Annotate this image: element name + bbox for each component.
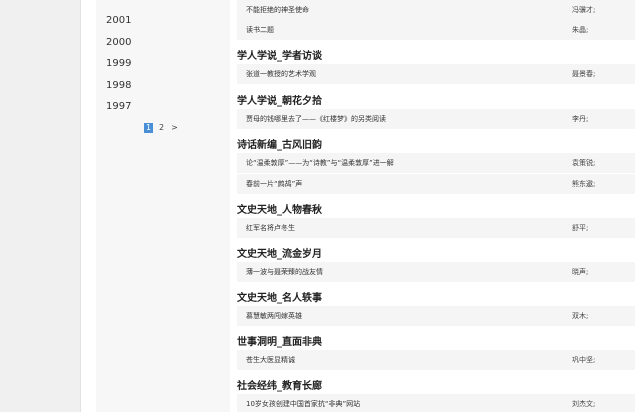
article-row[interactable]: 薄一波与聂荣臻的战友情 晓声; bbox=[237, 262, 635, 282]
article-title[interactable]: 10岁女孩创建中国首家抗“非典”网站 bbox=[246, 399, 360, 409]
article-title[interactable]: 苍生大医显精诚 bbox=[246, 355, 295, 365]
article-author: 晓声; bbox=[572, 268, 589, 276]
section-title: 文史天地_流金岁月 bbox=[237, 249, 322, 260]
article-author: 巩中坚; bbox=[572, 356, 596, 364]
pagination: 1 2 > bbox=[144, 123, 179, 133]
article-author: 朱晶; bbox=[572, 26, 589, 34]
article-author: 双木; bbox=[572, 312, 589, 320]
article-row[interactable]: 不能拒绝的神圣使命 冯骥才; bbox=[237, 0, 635, 20]
section-title: 学人学说_学者访谈 bbox=[237, 51, 322, 62]
article-title[interactable]: 薄一波与聂荣臻的战友情 bbox=[246, 267, 323, 277]
article-author: 袁策锐; bbox=[572, 159, 596, 167]
article-title[interactable]: 慕慧敏两闯嫁英雄 bbox=[246, 311, 302, 321]
next-page-button[interactable]: > bbox=[170, 123, 179, 133]
section-title: 文史天地_人物春秋 bbox=[237, 205, 322, 216]
article-author: 熊东遨; bbox=[572, 180, 596, 188]
article-row[interactable]: 10岁女孩创建中国首家抗“非典”网站 刘杰文; bbox=[237, 394, 635, 412]
article-list: 不能拒绝的神圣使命 冯骥才; 读书二题 朱晶; 学人学说_学者访谈 张道一教授的… bbox=[233, 0, 636, 412]
article-row[interactable]: 慕慧敏两闯嫁英雄 双木; bbox=[237, 306, 635, 326]
article-row[interactable]: 贾母的钱哪里去了——《红楼梦》的另类阅读 李丹; bbox=[237, 109, 635, 129]
year-link-2000[interactable]: 2000 bbox=[106, 37, 166, 48]
section-title: 学人学说_朝花夕拾 bbox=[237, 96, 322, 107]
article-author: 聂景春; bbox=[572, 70, 596, 78]
section-title: 社会经纬_教育长廊 bbox=[237, 381, 322, 392]
year-link-1999[interactable]: 1999 bbox=[106, 58, 166, 69]
year-link-2001[interactable]: 2001 bbox=[106, 15, 166, 26]
year-link-1998[interactable]: 1998 bbox=[106, 80, 166, 91]
article-author: 刘杰文; bbox=[572, 400, 596, 408]
year-sidebar: 2001 2000 1999 1998 1997 1 2 > bbox=[96, 0, 230, 412]
article-row[interactable]: 红军名将卢冬生 舒平; bbox=[237, 218, 635, 238]
section-title: 文史天地_名人轶事 bbox=[237, 293, 322, 304]
article-row[interactable]: 苍生大医显精诚 巩中坚; bbox=[237, 350, 635, 370]
section-title: 世事洞明_直面非典 bbox=[237, 337, 322, 348]
article-row[interactable]: 论“温柔敦厚”——为“诗教”与“温柔敦厚”进一解 袁策锐; bbox=[237, 153, 635, 173]
article-title[interactable]: 春前一片“鹧鸪”声 bbox=[246, 179, 302, 189]
article-row[interactable]: 春前一片“鹧鸪”声 熊东遨; bbox=[237, 174, 635, 194]
article-row[interactable]: 读书二题 朱晶; bbox=[237, 20, 635, 40]
article-author: 李丹; bbox=[572, 115, 589, 123]
article-author: 冯骥才; bbox=[572, 6, 596, 14]
section-title: 诗话新编_古风旧韵 bbox=[237, 140, 322, 151]
article-row[interactable]: 张道一教授的艺术学观 聂景春; bbox=[237, 64, 635, 84]
article-title[interactable]: 张道一教授的艺术学观 bbox=[246, 69, 316, 79]
article-title[interactable]: 贾母的钱哪里去了——《红楼梦》的另类阅读 bbox=[246, 114, 386, 124]
article-title[interactable]: 读书二题 bbox=[246, 25, 274, 35]
page-2-button[interactable]: 2 bbox=[157, 123, 166, 133]
page-1-button[interactable]: 1 bbox=[144, 123, 153, 133]
article-title[interactable]: 不能拒绝的神圣使命 bbox=[246, 5, 309, 15]
article-title[interactable]: 红军名将卢冬生 bbox=[246, 223, 295, 233]
article-author: 舒平; bbox=[572, 224, 589, 232]
year-link-1997[interactable]: 1997 bbox=[106, 101, 166, 112]
article-title[interactable]: 论“温柔敦厚”——为“诗教”与“温柔敦厚”进一解 bbox=[246, 158, 394, 168]
